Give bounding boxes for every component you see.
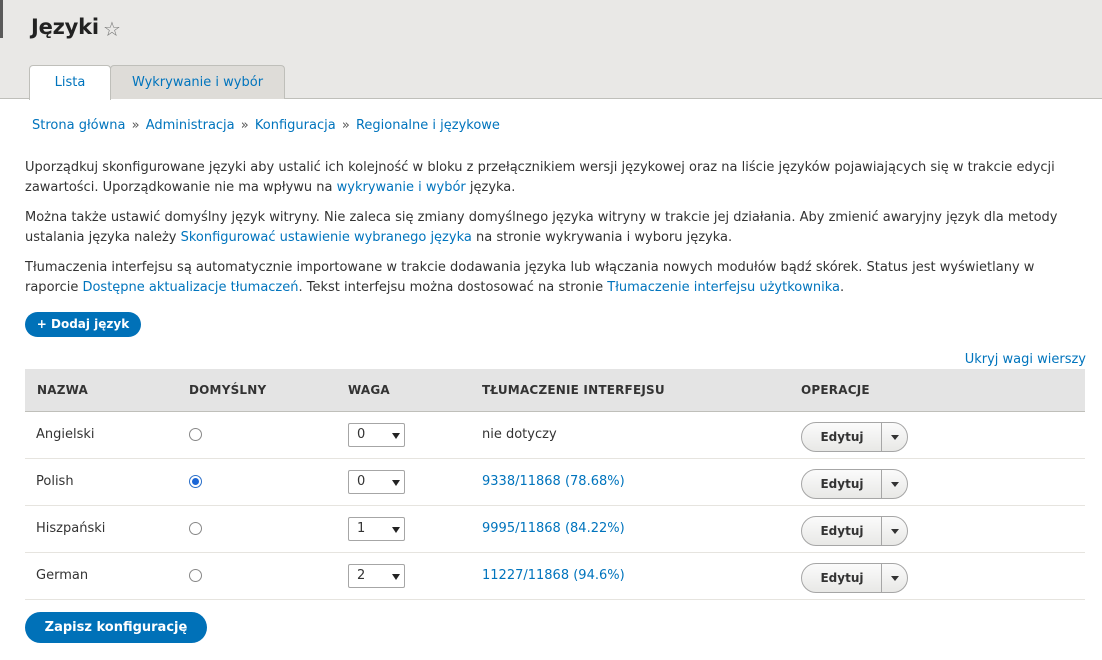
chevron-down-icon bbox=[392, 527, 400, 533]
table-row: German 2 11227/11868 (94.6%) Edytuj bbox=[25, 553, 1085, 600]
save-configuration-button[interactable]: Zapisz konfigurację bbox=[25, 612, 207, 643]
divider bbox=[881, 470, 882, 498]
default-radio[interactable] bbox=[189, 522, 202, 535]
operations-dropbutton: Edytuj bbox=[801, 563, 908, 593]
edit-button[interactable]: Edytuj bbox=[802, 517, 882, 545]
default-radio[interactable] bbox=[189, 428, 202, 441]
column-header-name: NAZWA bbox=[37, 383, 89, 397]
weight-value: 0 bbox=[357, 427, 366, 442]
translation-status-link[interactable]: 11227/11868 (94.6%) bbox=[482, 553, 625, 599]
star-icon[interactable]: ☆ bbox=[103, 17, 121, 41]
chevron-down-icon bbox=[392, 433, 400, 439]
default-radio[interactable] bbox=[189, 475, 202, 488]
link-translation-updates[interactable]: Dostępne aktualizacje tłumaczeń bbox=[82, 280, 298, 295]
translation-status-link[interactable]: 9338/11868 (78.68%) bbox=[482, 459, 625, 505]
edit-button[interactable]: Edytuj bbox=[802, 423, 882, 451]
caret-down-icon[interactable] bbox=[891, 529, 899, 534]
tab-lista[interactable]: Lista bbox=[29, 65, 111, 100]
breadcrumb-regional[interactable]: Regionalne i językowe bbox=[356, 118, 500, 133]
languages-table: NAZWA DOMYŚLNY WAGA TŁUMACZENIE INTERFEJ… bbox=[25, 369, 1085, 600]
caret-down-icon[interactable] bbox=[891, 482, 899, 487]
weight-value: 0 bbox=[357, 474, 366, 489]
weight-select[interactable]: 2 bbox=[348, 564, 405, 588]
breadcrumb-admin[interactable]: Administracja bbox=[146, 118, 235, 133]
weight-select[interactable]: 0 bbox=[348, 423, 405, 447]
weight-value: 1 bbox=[357, 521, 366, 536]
operations-dropbutton: Edytuj bbox=[801, 516, 908, 546]
description-paragraph-2: Można także ustawić domyślny język witry… bbox=[25, 208, 1085, 247]
link-detection[interactable]: wykrywanie i wybór bbox=[337, 180, 466, 195]
breadcrumb-separator: » bbox=[131, 118, 140, 133]
language-name: Hiszpański bbox=[36, 521, 106, 536]
translation-status: nie dotyczy bbox=[482, 427, 557, 442]
toggle-row-weights-link[interactable]: Ukryj wagi wierszy bbox=[965, 352, 1086, 367]
table-row: Polish 0 9338/11868 (78.68%) Edytuj bbox=[25, 459, 1085, 506]
chevron-down-icon bbox=[392, 480, 400, 486]
breadcrumb-config[interactable]: Konfiguracja bbox=[255, 118, 336, 133]
breadcrumb: Strona główna » Administracja » Konfigur… bbox=[32, 118, 500, 133]
language-name: German bbox=[36, 568, 89, 583]
operations-dropbutton: Edytuj bbox=[801, 422, 908, 452]
caret-down-icon[interactable] bbox=[891, 435, 899, 440]
weight-select[interactable]: 1 bbox=[348, 517, 405, 541]
weight-select[interactable]: 0 bbox=[348, 470, 405, 494]
description-paragraph-3: Tłumaczenia interfejsu są automatycznie … bbox=[25, 258, 1085, 297]
translation-status-link[interactable]: 9995/11868 (84.22%) bbox=[482, 506, 625, 552]
default-radio[interactable] bbox=[189, 569, 202, 582]
divider bbox=[881, 517, 882, 545]
link-configure-selected[interactable]: Skonfigurować ustawienie wybranego język… bbox=[181, 230, 472, 245]
p3-end: . bbox=[839, 279, 845, 295]
language-name: Polish bbox=[36, 474, 74, 489]
description-paragraph-1: Uporządkuj skonfigurowane języki aby ust… bbox=[25, 158, 1085, 197]
toolbar-edge bbox=[0, 0, 3, 38]
edit-button[interactable]: Edytuj bbox=[802, 470, 882, 498]
divider bbox=[881, 423, 882, 451]
p3-mid: . Tekst interfejsu można dostosować na s… bbox=[298, 279, 608, 295]
operations-dropbutton: Edytuj bbox=[801, 469, 908, 499]
column-header-operations: OPERACJE bbox=[801, 383, 870, 397]
p1-end: języka. bbox=[465, 179, 516, 195]
add-language-button[interactable]: + Dodaj język bbox=[25, 312, 141, 337]
table-row: Hiszpański 1 9995/11868 (84.22%) Edytuj bbox=[25, 506, 1085, 553]
page-title: Języki bbox=[31, 15, 99, 39]
link-interface-translation[interactable]: Tłumaczenie interfejsu użytkownika bbox=[607, 280, 840, 295]
chevron-down-icon bbox=[392, 574, 400, 580]
weight-value: 2 bbox=[357, 568, 366, 583]
breadcrumb-separator: » bbox=[341, 118, 350, 133]
p2-end: na stronie wykrywania i wyboru języka. bbox=[471, 229, 733, 245]
page-header: Języki ☆ Lista Wykrywanie i wybór bbox=[0, 0, 1102, 100]
column-header-weight: WAGA bbox=[348, 383, 390, 397]
table-header: NAZWA DOMYŚLNY WAGA TŁUMACZENIE INTERFEJ… bbox=[25, 369, 1085, 412]
table-row: Angielski 0 nie dotyczy Edytuj bbox=[25, 412, 1085, 459]
edit-button[interactable]: Edytuj bbox=[802, 564, 882, 592]
p1-text: Uporządkuj skonfigurowane języki aby ust… bbox=[25, 160, 1055, 195]
column-header-translation: TŁUMACZENIE INTERFEJSU bbox=[482, 383, 665, 397]
breadcrumb-home[interactable]: Strona główna bbox=[32, 118, 125, 133]
tab-wykrywanie[interactable]: Wykrywanie i wybór bbox=[110, 65, 285, 99]
caret-down-icon[interactable] bbox=[891, 576, 899, 581]
divider bbox=[881, 564, 882, 592]
column-header-default: DOMYŚLNY bbox=[189, 383, 267, 397]
language-name: Angielski bbox=[36, 427, 95, 442]
breadcrumb-separator: » bbox=[240, 118, 249, 133]
